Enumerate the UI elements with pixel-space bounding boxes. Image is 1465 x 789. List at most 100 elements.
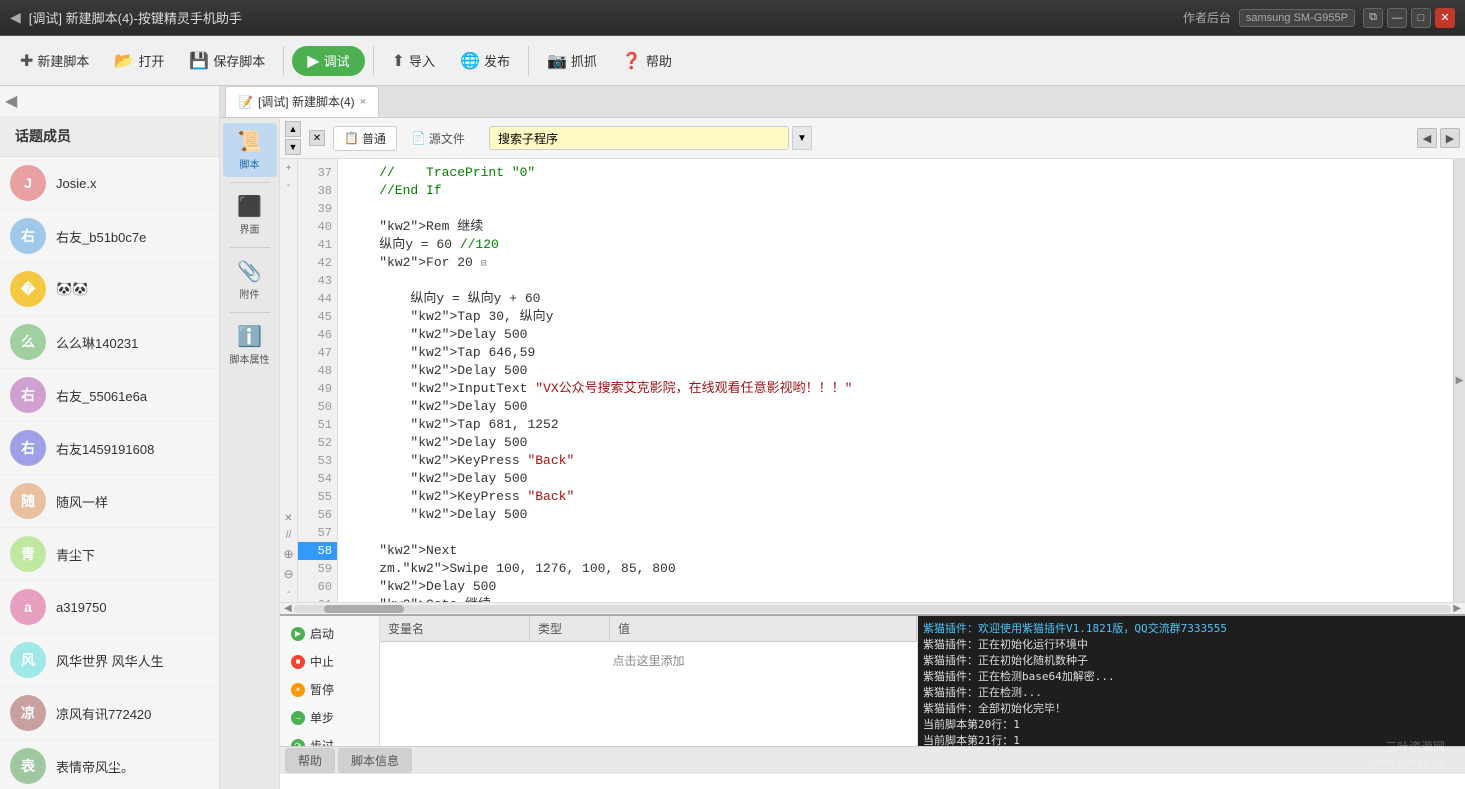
list-item[interactable]: 随随风一样 [0, 475, 219, 528]
bottom-controls: ▶ 启动 ■ 中止 ⏸ 暂停 [280, 616, 1465, 746]
scroll-action-3[interactable]: ⊕ [281, 545, 295, 563]
right-expand-btn[interactable]: ▶ [1453, 159, 1465, 602]
icon-panel-ui[interactable]: ⬛ 界面 [223, 188, 277, 242]
h-scroll-thumb[interactable] [324, 605, 404, 613]
line-number: 42 [298, 254, 337, 272]
scroll-up-btn[interactable]: + [284, 161, 294, 176]
stop-btn[interactable]: ■ 中止 [285, 649, 374, 674]
start-btn[interactable]: ▶ 启动 [285, 621, 374, 646]
pause-label: 暂停 [310, 681, 334, 698]
icon-panel-script[interactable]: 📜 脚本 [223, 123, 277, 177]
new-script-button[interactable]: ✚ 新建脚本 [10, 46, 99, 76]
up-btn[interactable]: ▲ [285, 121, 301, 137]
open-button[interactable]: 📂 打开 [104, 46, 174, 76]
var-table: 变量名 类型 值 点击这里添加 [380, 616, 918, 746]
tab-close-btn[interactable]: × [360, 96, 366, 108]
scroll-action-1[interactable]: ✕ [282, 511, 294, 526]
restore-btn[interactable]: ⧉ [1363, 8, 1383, 28]
view-tab-source[interactable]: 📄 源文件 [400, 126, 476, 151]
list-item[interactable]: aa319750 [0, 581, 219, 634]
top-bar-right: 作者后台 samsung SM-G955P ⧉ — □ ✕ [1183, 8, 1455, 28]
pause-btn[interactable]: ⏸ 暂停 [285, 677, 374, 702]
avatar: � [10, 271, 46, 307]
member-name: 随风一样 [56, 492, 108, 511]
line-number: 44 [298, 290, 337, 308]
top-bar-left: ◀ [调试] 新建脚本(4)-按键精灵手机助手 [10, 8, 242, 27]
h-scroll-right-btn[interactable]: ▶ [1451, 603, 1463, 614]
list-item[interactable]: 表表情帝风尘。 [0, 740, 219, 789]
publish-icon: 🌐 [460, 51, 480, 71]
debug-button[interactable]: ▶ 调试 [292, 46, 364, 76]
view-tab-normal[interactable]: 📋 普通 [333, 126, 397, 151]
icon-panel-script-label: 脚本 [240, 156, 260, 171]
line-number: 57 [298, 524, 337, 542]
nav-prev-btn[interactable]: ◀ [1417, 128, 1437, 148]
save-icon: 💾 [189, 51, 209, 71]
icon-panel-ui-label: 界面 [240, 221, 260, 236]
help-tab[interactable]: 帮助 [285, 748, 335, 773]
list-item[interactable]: JJosie.x [0, 157, 219, 210]
sidebar-back-arrow[interactable]: ◀ [0, 86, 219, 116]
minimize-btn[interactable]: — [1387, 8, 1407, 28]
code-line: "kw2">Delay 500 [348, 398, 1443, 416]
list-item[interactable]: 风风华世界 风华人生 [0, 634, 219, 687]
code-content[interactable]: // TracePrint "0" //End If "kw2">Rem 继续 … [338, 159, 1453, 602]
back-arrow[interactable]: ◀ [10, 9, 21, 26]
script-info-tab[interactable]: 脚本信息 [338, 748, 412, 773]
scroll-down-btn[interactable]: - [285, 178, 292, 193]
cross-btn[interactable]: ✕ [309, 130, 325, 146]
stop-icon: ■ [291, 655, 305, 669]
avatar: 随 [10, 483, 46, 519]
source-tab-icon: 📄 [411, 131, 426, 145]
nav-next-btn[interactable]: ▶ [1440, 128, 1460, 148]
list-item[interactable]: 凉凉风有讯772420 [0, 687, 219, 740]
h-scroll-track[interactable] [294, 605, 1452, 613]
save-button[interactable]: 💾 保存脚本 [179, 46, 275, 76]
horizontal-scrollbar[interactable]: ◀ ▶ [280, 602, 1465, 614]
line-number: 54 [298, 470, 337, 488]
list-item[interactable]: 右右友_b51b0c7e [0, 210, 219, 263]
publish-button[interactable]: 🌐 发布 [450, 46, 520, 76]
maximize-btn[interactable]: □ [1411, 8, 1431, 28]
editor-toolbar-right: ◀ ▶ [1417, 128, 1460, 148]
search-dropdown-btn[interactable]: ▼ [792, 126, 812, 150]
log-line: 紫猫插件：正在检测... [923, 685, 1460, 701]
code-line: zm."kw2">Swipe 100, 1276, 100, 85, 800 [348, 560, 1443, 578]
icon-panel-attachment[interactable]: 📎 附件 [223, 253, 277, 307]
scroll-action-5[interactable]: - [285, 585, 292, 600]
script-tab[interactable]: 📝 [调试] 新建脚本(4) × [225, 86, 379, 117]
line-number: 43 [298, 272, 337, 290]
list-item[interactable]: 右右友1459191608 [0, 422, 219, 475]
log-line: 紫猫插件：正在初始化运行环境中 [923, 637, 1460, 653]
list-item[interactable]: �🐼🐼 [0, 263, 219, 316]
icon-panel-attachment-label: 附件 [240, 286, 260, 301]
capture-button[interactable]: 📷 抓抓 [537, 46, 607, 76]
step-btn[interactable]: → 单步 [285, 705, 374, 730]
scroll-action-2[interactable]: // [284, 528, 294, 543]
search-input[interactable] [489, 126, 789, 150]
scroll-action-4[interactable]: ⊖ [281, 565, 295, 583]
code-line: "kw2">Tap 30, 纵向y [348, 308, 1443, 326]
log-line: 紫猫插件：欢迎使用紫猫插件V1.1821版，QQ交流群7333555 [923, 621, 1460, 637]
down-btn[interactable]: ▼ [285, 139, 301, 155]
editor-container: ▲ ▼ ✕ 📋 普通 📄 源文件 ▼ [280, 118, 1465, 789]
close-btn[interactable]: ✕ [1435, 8, 1455, 28]
var-empty-hint[interactable]: 点击这里添加 [380, 642, 917, 679]
line-number: 51 [298, 416, 337, 434]
code-line: "kw2">Delay 500 [348, 578, 1443, 596]
code-editor[interactable]: 3738394041424344454647484950515253545556… [298, 159, 1453, 602]
icon-panel-properties[interactable]: ℹ️ 脚本属性 [223, 318, 277, 372]
line-number: 50 [298, 398, 337, 416]
editor-panel: 📝 [调试] 新建脚本(4) × 📜 脚本 ⬛ 界面 📎 [220, 86, 1465, 789]
import-button[interactable]: ⬆ 导入 [382, 46, 445, 76]
list-item[interactable]: 么么么琳140231 [0, 316, 219, 369]
help-button[interactable]: ❓ 帮助 [612, 46, 682, 76]
list-item[interactable]: 青青尘下 [0, 528, 219, 581]
h-scroll-left-btn[interactable]: ◀ [282, 603, 294, 614]
list-item[interactable]: 右右友_55061e6a [0, 369, 219, 422]
code-line: "kw2">For 20 ⊟ [348, 254, 1443, 272]
code-line: "kw2">Delay 500 [348, 326, 1443, 344]
line-number: 58 [298, 542, 337, 560]
line-numbers: 3738394041424344454647484950515253545556… [298, 159, 338, 602]
var-col-type: 类型 [530, 616, 610, 641]
